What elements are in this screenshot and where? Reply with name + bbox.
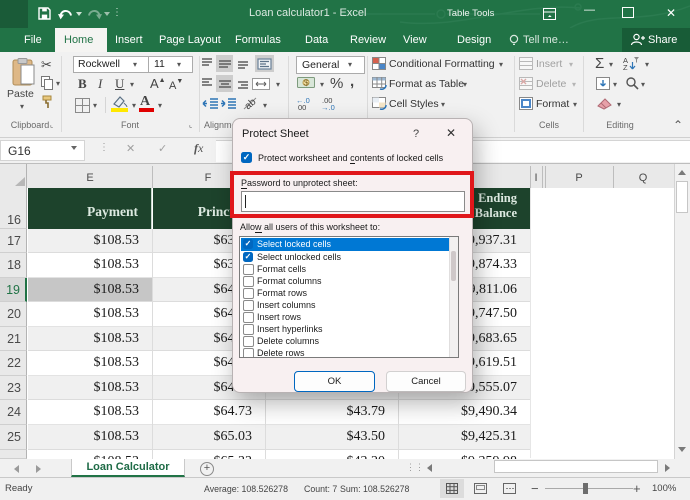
svg-text:$: $ bbox=[304, 79, 309, 88]
svg-text:ab: ab bbox=[243, 96, 259, 112]
svg-text:Z: Z bbox=[623, 63, 628, 70]
